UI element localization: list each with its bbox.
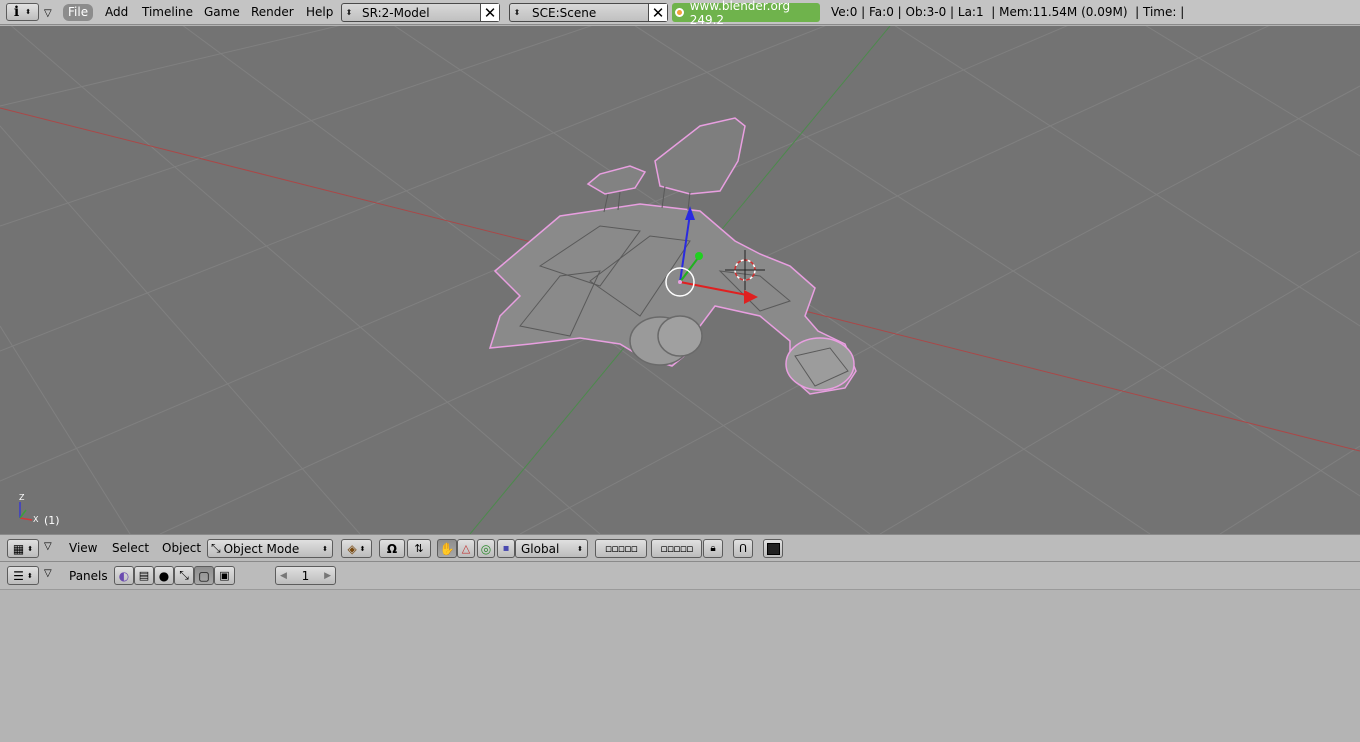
- orientation-label: Global: [521, 541, 560, 556]
- blender-url: www.blender.org 249.2: [689, 0, 791, 27]
- frame-number-value[interactable]: 1: [302, 569, 310, 583]
- buttons-window-area: [0, 590, 1360, 742]
- script-context-button[interactable]: ▤: [134, 566, 154, 585]
- material-sphere-icon: ●: [158, 568, 170, 583]
- menu-timeline[interactable]: Timeline: [142, 4, 193, 21]
- blender-logo-icon: [675, 8, 684, 17]
- axis-gizmo: Z X: [19, 493, 39, 524]
- collapse-menus-icon[interactable]: ▽: [44, 568, 52, 579]
- scene-selector[interactable]: ⬍ SCE:Scene ✕: [509, 3, 668, 22]
- delete-screen-icon[interactable]: ✕: [480, 4, 499, 22]
- object-context-button[interactable]: ⤡: [174, 566, 194, 585]
- menu-add[interactable]: Add: [105, 4, 128, 21]
- object-icon: ⤡: [179, 568, 189, 582]
- editor-type-selector[interactable]: ▦ ⬍: [7, 539, 39, 558]
- updown-icon: ⬍: [322, 544, 328, 553]
- buttons-window-icon: ☰: [13, 568, 24, 583]
- mode-label: Object Mode: [223, 541, 300, 556]
- menu-object[interactable]: Object: [162, 541, 201, 555]
- lock-layers-toggle[interactable]: 🔒︎: [703, 539, 723, 558]
- updown-icon: ⬍: [27, 544, 34, 553]
- collapse-menus-icon[interactable]: ▽: [44, 5, 52, 22]
- orientation-selector[interactable]: Global ⬍: [515, 539, 588, 558]
- menu-render[interactable]: Render: [251, 4, 294, 21]
- axis-z-label: Z: [19, 493, 25, 502]
- updown-icon: ⬍: [25, 8, 32, 16]
- script-icon: ▤: [138, 569, 150, 582]
- menu-file[interactable]: File: [63, 4, 94, 21]
- logic-context-button[interactable]: ◐: [114, 566, 134, 585]
- object-mode-icon: ⤡: [211, 541, 221, 555]
- mode-selector[interactable]: ⤡ Object Mode ⬍: [207, 539, 333, 558]
- editor-type-selector[interactable]: i ⬍: [6, 3, 39, 21]
- pivot-selector[interactable]: Ω: [379, 539, 405, 558]
- menu-view[interactable]: View: [69, 541, 97, 555]
- scene-stats: Ve:0 | Fa:0 | Ob:3-0 | La:1 | Mem:11.54M…: [831, 5, 1185, 19]
- 3d-view-header: ▦ ⬍ ▽ View Select Object ⤡ Object Mode ⬍…: [0, 534, 1360, 562]
- panels-menu[interactable]: Panels: [69, 569, 108, 583]
- render-icon: [766, 542, 780, 555]
- rotate-manipulator[interactable]: ◎: [477, 539, 495, 558]
- logic-icon: ◐: [118, 568, 130, 583]
- arrow-right-icon[interactable]: ▶: [324, 571, 331, 581]
- blender-version-label: www.blender.org 249.2: [672, 0, 820, 27]
- scene-context-button[interactable]: ▣: [214, 566, 235, 585]
- updown-icon: ⬍: [345, 8, 353, 17]
- translate-icon: △: [461, 542, 471, 555]
- scale-manipulator[interactable]: ▪: [497, 539, 515, 558]
- layer-buttons-group-2[interactable]: ▫▫▫▫▫: [651, 539, 702, 558]
- editing-icon: ▢: [198, 568, 210, 583]
- pivot-icon: Ω: [386, 541, 398, 556]
- info-icon: i: [13, 4, 20, 20]
- rotate-icon: ◎: [480, 541, 492, 556]
- updown-icon: ⬍: [513, 8, 521, 17]
- current-frame-label: (1): [44, 514, 60, 527]
- layers-icon: ▫▫▫▫▫: [660, 542, 693, 555]
- frame-number-field[interactable]: ◀ 1 ▶: [275, 566, 336, 585]
- buttons-header: ☰ ⬍ ▽ Panels ◐ ▤ ● ⤡ ▢ ▣ ◀ 1 ▶: [0, 562, 1360, 590]
- layer-buttons-group-1[interactable]: ▫▫▫▫▫: [595, 539, 647, 558]
- grid-icon: ▦: [12, 541, 25, 556]
- screen-selector[interactable]: ⬍ SR:2-Model ✕: [341, 3, 500, 22]
- shading-icon: ◈: [347, 541, 357, 556]
- 3d-viewport[interactable]: Z X (1): [0, 26, 1360, 534]
- scene-name[interactable]: SCE:Scene: [532, 6, 596, 20]
- align-icon: ⇅: [414, 542, 424, 555]
- layers-icon: ▫▫▫▫▫: [604, 542, 638, 555]
- menu-help[interactable]: Help: [306, 4, 333, 21]
- menu-game[interactable]: Game: [204, 4, 240, 21]
- draw-type-selector[interactable]: ◈ ⬍: [341, 539, 372, 558]
- collapse-menus-icon[interactable]: ▽: [44, 541, 52, 552]
- viewport-canvas: Z X: [0, 26, 1360, 534]
- delete-scene-icon[interactable]: ✕: [648, 4, 667, 22]
- editing-context-button[interactable]: ▢: [194, 566, 214, 585]
- lock-icon: 🔒︎: [710, 543, 716, 554]
- axis-x-label: X: [33, 515, 39, 524]
- updown-icon: ⬍: [359, 544, 366, 553]
- hand-icon: ✋: [439, 541, 455, 556]
- scene-icon: ▣: [219, 569, 230, 582]
- render-preview-button[interactable]: [763, 539, 783, 558]
- editor-type-selector[interactable]: ☰ ⬍: [7, 566, 39, 585]
- updown-icon: ⬍: [26, 571, 33, 580]
- manipulator-toggle[interactable]: ✋: [437, 539, 457, 558]
- scale-icon: ▪: [502, 543, 510, 554]
- translate-manipulator[interactable]: △: [457, 539, 475, 558]
- screen-name[interactable]: SR:2-Model: [362, 6, 430, 20]
- align-toggle[interactable]: ⇅: [407, 539, 431, 558]
- snap-toggle[interactable]: Ո: [733, 539, 753, 558]
- arrow-left-icon[interactable]: ◀: [280, 571, 287, 581]
- shading-context-button[interactable]: ●: [154, 566, 174, 585]
- menu-select[interactable]: Select: [112, 541, 149, 555]
- spaceship-model[interactable]: [488, 117, 857, 395]
- info-header: i ⬍ ▽ File Add Timeline Game Render Help…: [0, 0, 1360, 27]
- updown-icon: ⬍: [577, 544, 583, 553]
- magnet-icon: Ո: [738, 542, 748, 555]
